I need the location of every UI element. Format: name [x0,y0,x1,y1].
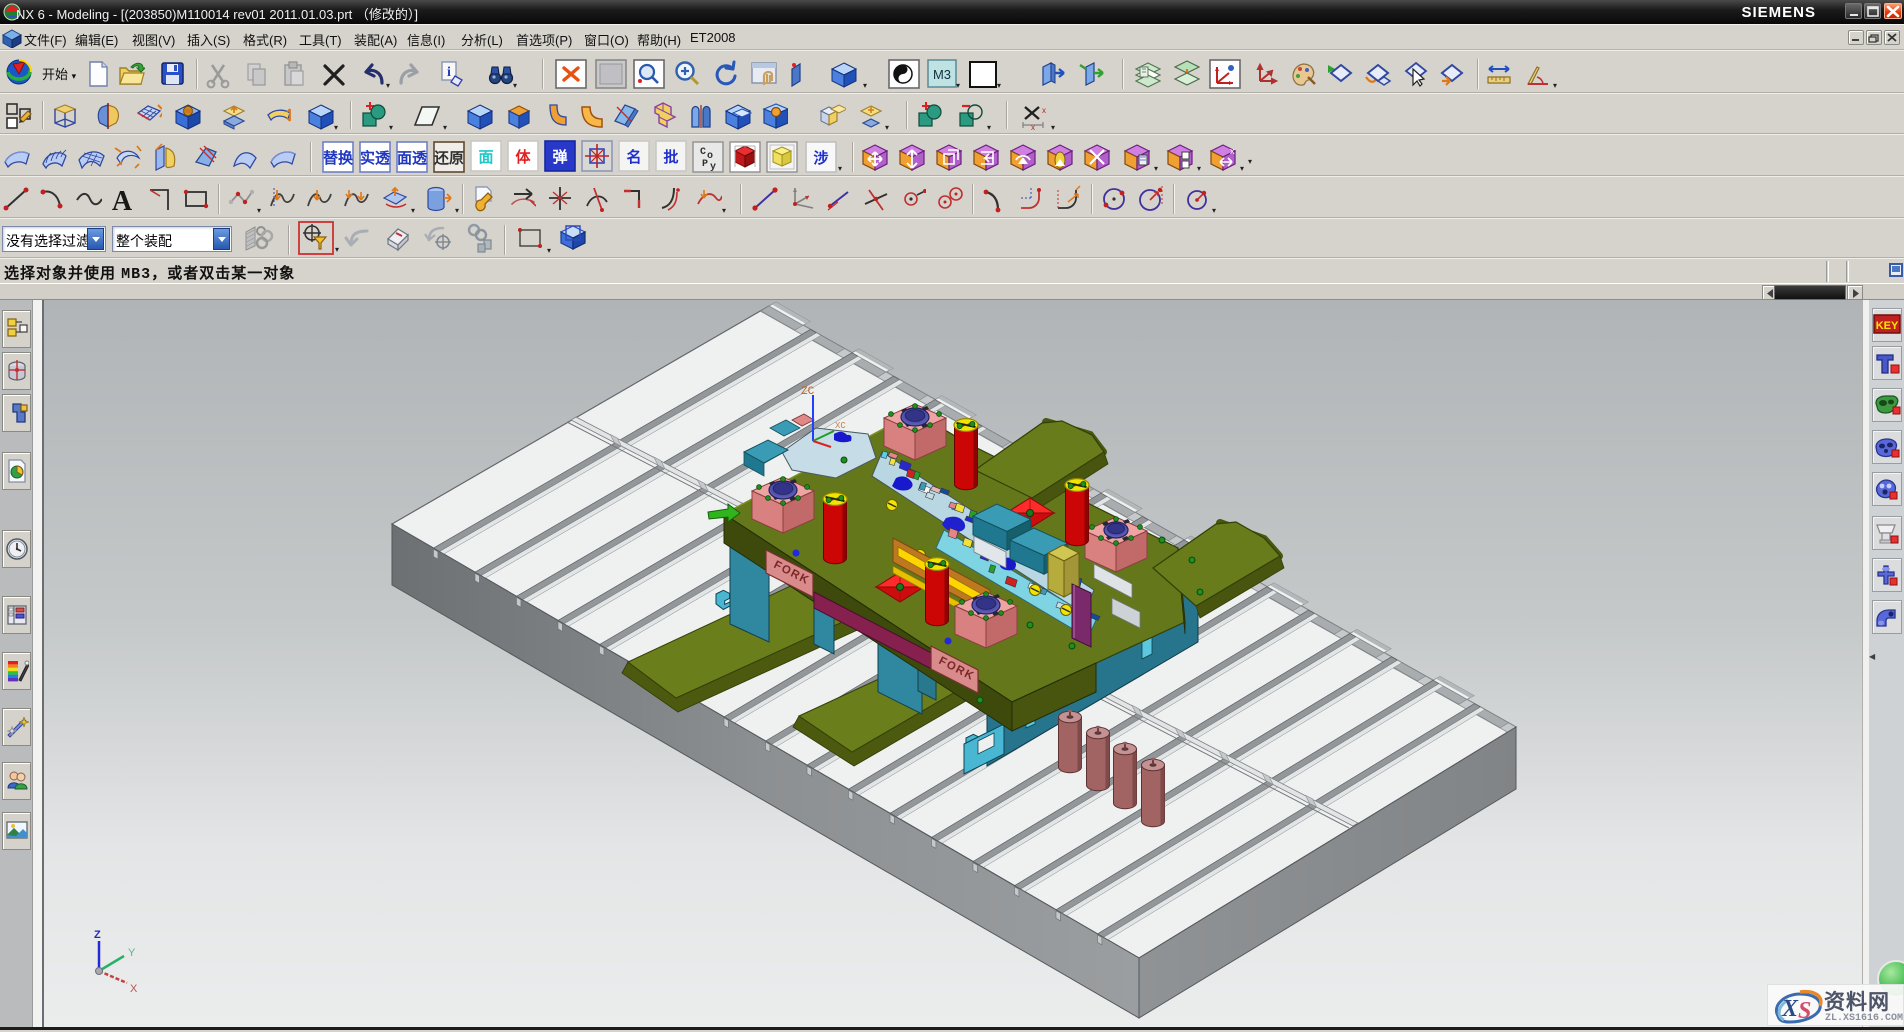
svg-text:名: 名 [626,148,641,166]
svg-text:P: P [702,159,708,170]
svg-text:还原: 还原 [433,149,464,167]
svg-text:M3: M3 [933,67,951,82]
svg-text:x: x [1042,106,1046,115]
svg-text:S: S [1798,998,1811,1024]
svg-text:涉: 涉 [813,149,828,167]
svg-text:Y: Y [128,947,136,959]
svg-text:面: 面 [478,149,493,166]
svg-text:y: y [710,162,716,173]
svg-text:XC: XC [835,421,846,431]
svg-text:X: X [1781,996,1799,1022]
svg-text:Z: Z [94,929,101,941]
svg-text:C: C [700,147,706,158]
svg-text:批: 批 [663,148,678,166]
svg-text:KEY: KEY [1876,320,1899,332]
svg-text:实透: 实透 [360,149,391,167]
svg-text:i: i [447,65,451,80]
svg-text:x: x [1230,146,1235,156]
svg-text:A: A [112,186,133,214]
svg-text:ZC: ZC [801,386,815,398]
svg-text:弹: 弹 [552,148,567,166]
svg-text:x: x [1031,123,1035,131]
svg-text:体: 体 [515,148,531,166]
svg-text:替换: 替换 [323,149,354,167]
svg-text:X: X [130,983,138,995]
svg-text:面透: 面透 [397,150,428,167]
